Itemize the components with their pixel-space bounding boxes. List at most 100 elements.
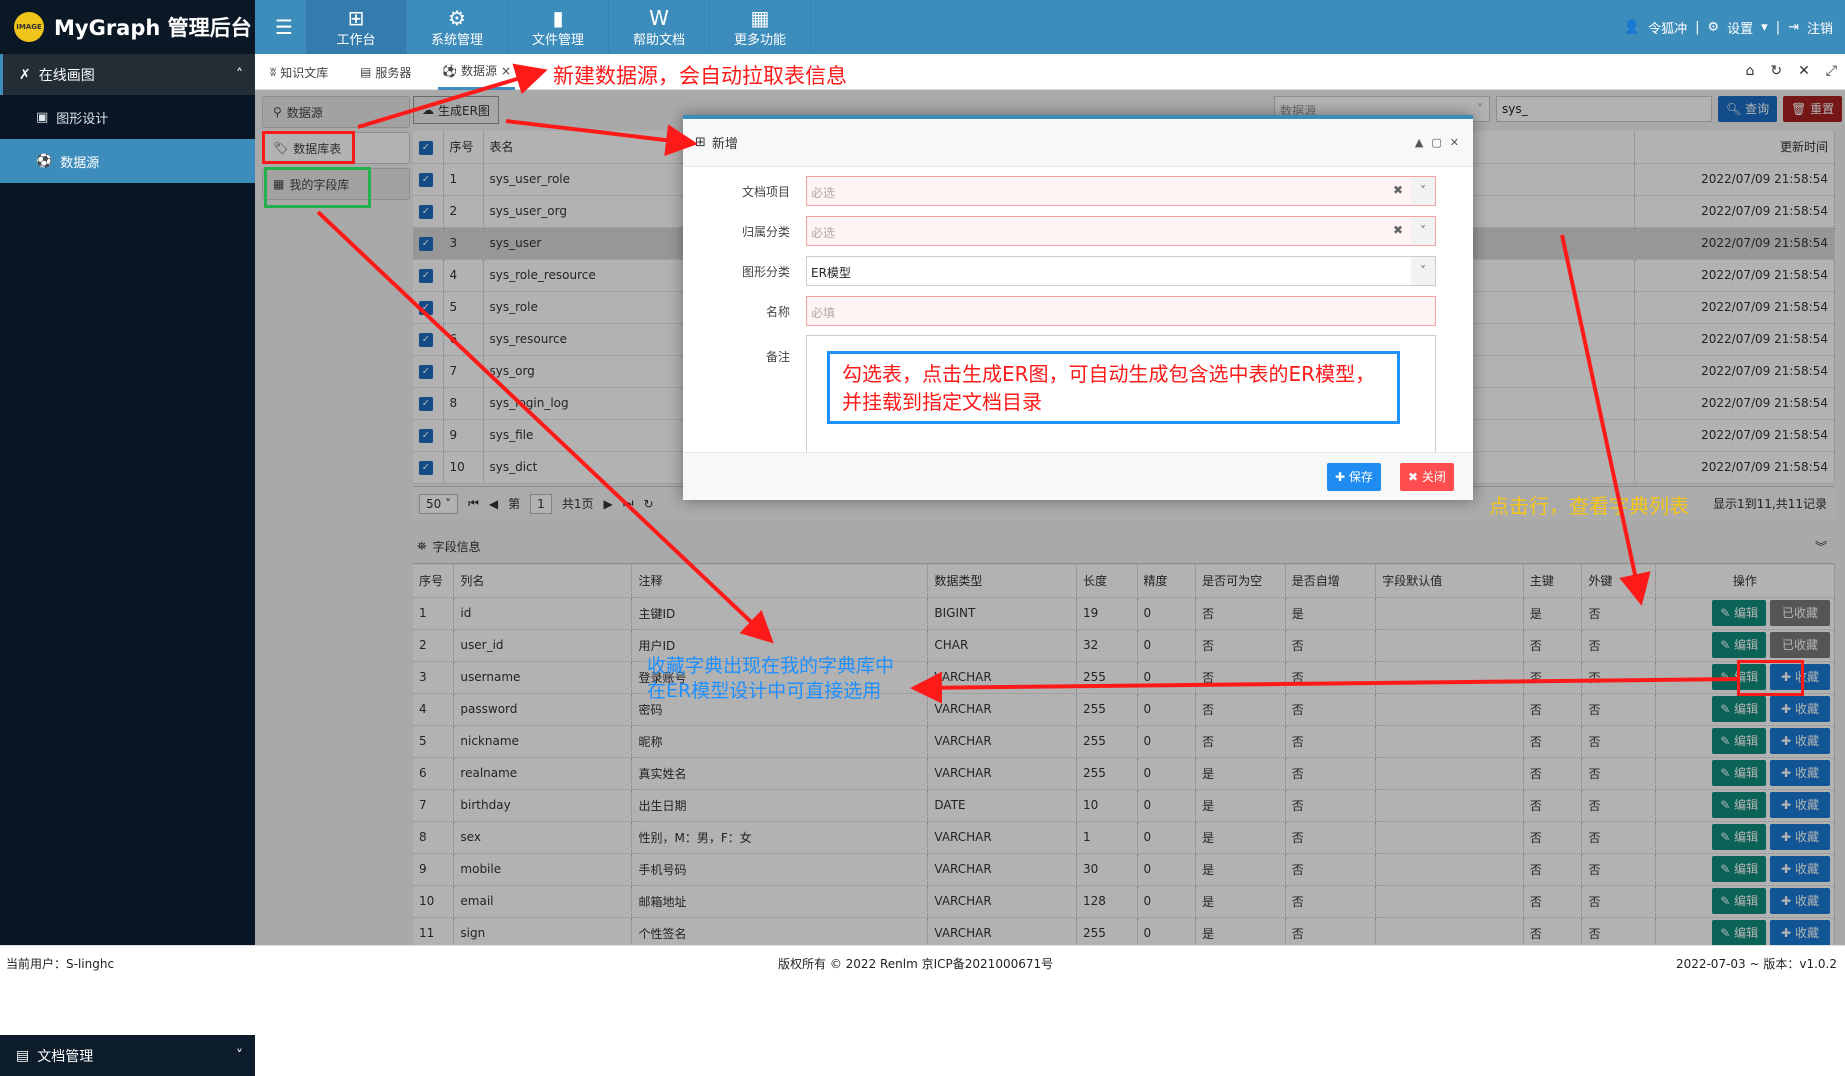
placeholder: 必选 xyxy=(811,186,836,200)
copyright-text: 版权所有 © 2022 Renlm xyxy=(778,957,918,971)
gear-icon: ⚙ xyxy=(448,5,466,30)
nav-gear[interactable]: ⚙ 系统管理 xyxy=(407,0,508,54)
close-icon[interactable]: ✕ xyxy=(1798,63,1810,79)
gear-icon: ⚙ xyxy=(1707,20,1720,35)
nav-grid[interactable]: ▦ 更多功能 xyxy=(710,0,811,54)
nav-label: 帮助文档 xyxy=(632,32,685,48)
sidebar: ✗ 在线画图 ˄ ▣ 图形设计 ⚽ 数据源 ▤ 文档管理 ˅ xyxy=(0,54,255,1076)
field-label: 归属分类 xyxy=(741,224,790,239)
sidebar-section-doc-manage[interactable]: ▤ 文档管理 ˅ xyxy=(0,1035,255,1076)
tab-label: 数据源 xyxy=(460,64,497,78)
menu-toggle-icon[interactable]: ☰ xyxy=(262,0,306,54)
nav-label: 工作台 xyxy=(336,32,376,48)
tab-server[interactable]: ▤ 服务器 xyxy=(360,54,411,90)
sidebar-item-label: 图形设计 xyxy=(56,111,109,127)
field-label: 名称 xyxy=(765,304,790,319)
field-label: 备注 xyxy=(765,349,790,364)
nav-word-doc[interactable]: W 帮助文档 xyxy=(609,0,710,54)
chevron-down-icon[interactable]: ˅ xyxy=(1411,177,1435,205)
logout-link[interactable]: 注销 xyxy=(1807,18,1833,37)
home-icon[interactable]: ⌂ xyxy=(1745,63,1754,79)
add-modal: ⊞ 新增 ▲ ▢ ✕ 文档项目 必选 ✖ ˅ 归属分类 必选 ✖ ˅ 图形分类 ER模型 ˅ 名称 必填… xyxy=(683,115,1473,500)
chevron-down-icon: ˅ xyxy=(236,1047,243,1064)
nav-label: 更多功能 xyxy=(733,32,786,48)
icp-link[interactable]: 京ICP备2021000671号 xyxy=(922,957,1054,971)
refresh-icon[interactable]: ↻ xyxy=(1770,63,1782,79)
highlight-box-favorite xyxy=(1737,660,1804,696)
version: 2022-07-03 ~ 版本：v1.0.2 xyxy=(1675,957,1837,971)
settings-menu[interactable]: 设置 xyxy=(1727,18,1753,37)
modal-header: ⊞ 新增 ▲ ▢ ✕ xyxy=(683,119,1473,167)
sidebar-section-online-draw[interactable]: ✗ 在线画图 ˄ xyxy=(0,54,255,95)
logout-icon: ⇥ xyxy=(1788,20,1799,35)
plus-icon: ✚ xyxy=(1335,470,1346,484)
close-icon[interactable]: × xyxy=(501,64,511,78)
logo-badge: IMAGE xyxy=(14,12,44,42)
field-category: 归属分类 必选 ✖ ˅ xyxy=(683,216,1473,246)
tab-knowledge[interactable]: ʬ 知识文库 xyxy=(270,54,328,90)
button-label: 关闭 xyxy=(1421,470,1446,484)
clear-icon[interactable]: ✖ xyxy=(1393,183,1403,197)
maximize-icon[interactable]: ▢ xyxy=(1431,136,1441,149)
doc-project-select[interactable]: 必选 ✖ ˅ xyxy=(806,176,1436,206)
nav-label: 文件管理 xyxy=(531,32,584,48)
highlight-box-db-tables xyxy=(262,131,355,164)
caret-down-icon[interactable]: ▾ xyxy=(1761,20,1768,35)
user-name[interactable]: 令狐冲 xyxy=(1648,18,1687,37)
annotation-gen-er: 勾选表，点击生成ER图，可自动生成包含选中表的ER模型， 并挂载到指定文档目录 xyxy=(842,362,1376,414)
chevron-down-icon[interactable]: ˅ xyxy=(1411,257,1435,285)
server-icon: ▤ xyxy=(360,65,372,79)
category-select[interactable]: 必选 ✖ ˅ xyxy=(806,216,1436,246)
chevron-up-icon: ˄ xyxy=(236,66,243,83)
file-icon: ▮ xyxy=(552,5,564,30)
close-icon[interactable]: ✕ xyxy=(1450,136,1459,149)
field-doc-project: 文档项目 必选 ✖ ˅ xyxy=(683,176,1473,206)
sidebar-section-label: 文档管理 xyxy=(37,1048,94,1065)
placeholder: 必填 xyxy=(811,306,836,320)
tab-label: 服务器 xyxy=(375,65,412,80)
selected-value: ER模型 xyxy=(811,266,851,280)
copyright: 版权所有 © 2022 Renlm 京ICP备2021000671号 xyxy=(778,955,1053,972)
nav-label: 系统管理 xyxy=(430,32,483,48)
tab-tools: ⌂ ↻ ✕ ⤢ xyxy=(1745,63,1837,79)
chevron-down-icon[interactable]: ˅ xyxy=(1411,217,1435,245)
tab-datasource[interactable]: ⚽ 数据源 × xyxy=(438,54,516,90)
draw-icon: ✗ xyxy=(19,66,31,83)
field-name: 名称 必填 xyxy=(683,296,1473,326)
nav-windows[interactable]: ⊞ 工作台 xyxy=(306,0,407,54)
sidebar-item-datasource[interactable]: ⚽ 数据源 xyxy=(0,139,255,183)
datasource-icon: ⚽ xyxy=(36,153,53,169)
fullscreen-icon[interactable]: ⤢ xyxy=(1826,63,1837,79)
modal-footer: ✚ 保存 ✖ 关闭 xyxy=(683,452,1473,500)
tab-bar: ʬ 知识文库 ▤ 服务器 ⚽ 数据源 × xyxy=(255,54,1845,90)
logo: IMAGE MyGraph 管理后台 xyxy=(0,0,255,54)
user-bar: 👤 令狐冲 | ⚙ 设置 ▾ | ⇥ 注销 xyxy=(1623,18,1833,37)
annotation-favorite: 收藏字典出现在我的字典库中 在ER模型设计中可直接选用 xyxy=(647,655,895,702)
collapse-icon[interactable]: ▲ xyxy=(1415,136,1423,149)
sidebar-item-label: 数据源 xyxy=(60,155,100,171)
word-doc-icon: W xyxy=(649,5,669,30)
tab-label: 知识文库 xyxy=(280,65,329,80)
app-title: MyGraph 管理后台 xyxy=(54,16,252,40)
field-label: 文档项目 xyxy=(741,184,790,199)
annotation-new-datasource: 新建数据源，会自动拉取表信息 xyxy=(553,64,847,88)
modal-title: 新增 xyxy=(711,137,738,152)
annotation-box-gen-er: 勾选表，点击生成ER图，可自动生成包含选中表的ER模型， 并挂载到指定文档目录 xyxy=(827,351,1400,424)
footer: 当前用户：S-linghc 版权所有 © 2022 Renlm 京ICP备202… xyxy=(0,945,1845,977)
annotation-click-row: 点击行，查看字典列表 xyxy=(1489,494,1689,518)
sidebar-section-label: 在线画图 xyxy=(38,67,95,84)
user-icon: 👤 xyxy=(1623,20,1641,35)
clear-icon[interactable]: ✖ xyxy=(1393,223,1403,237)
save-button[interactable]: ✚ 保存 xyxy=(1327,463,1381,491)
field-graph-type: 图形分类 ER模型 ˅ xyxy=(683,256,1473,286)
sidebar-item-graph-design[interactable]: ▣ 图形设计 xyxy=(0,95,255,139)
datasource-icon: ⚽ xyxy=(442,63,457,78)
vk-icon: ʬ xyxy=(270,65,277,79)
close-icon: ✖ xyxy=(1408,470,1419,484)
nav-file[interactable]: ▮ 文件管理 xyxy=(508,0,609,54)
button-label: 保存 xyxy=(1348,470,1373,484)
graph-type-select[interactable]: ER模型 ˅ xyxy=(806,256,1436,286)
name-input[interactable]: 必填 xyxy=(806,296,1436,326)
highlight-box-my-fields xyxy=(264,167,371,208)
close-button[interactable]: ✖ 关闭 xyxy=(1400,463,1454,491)
